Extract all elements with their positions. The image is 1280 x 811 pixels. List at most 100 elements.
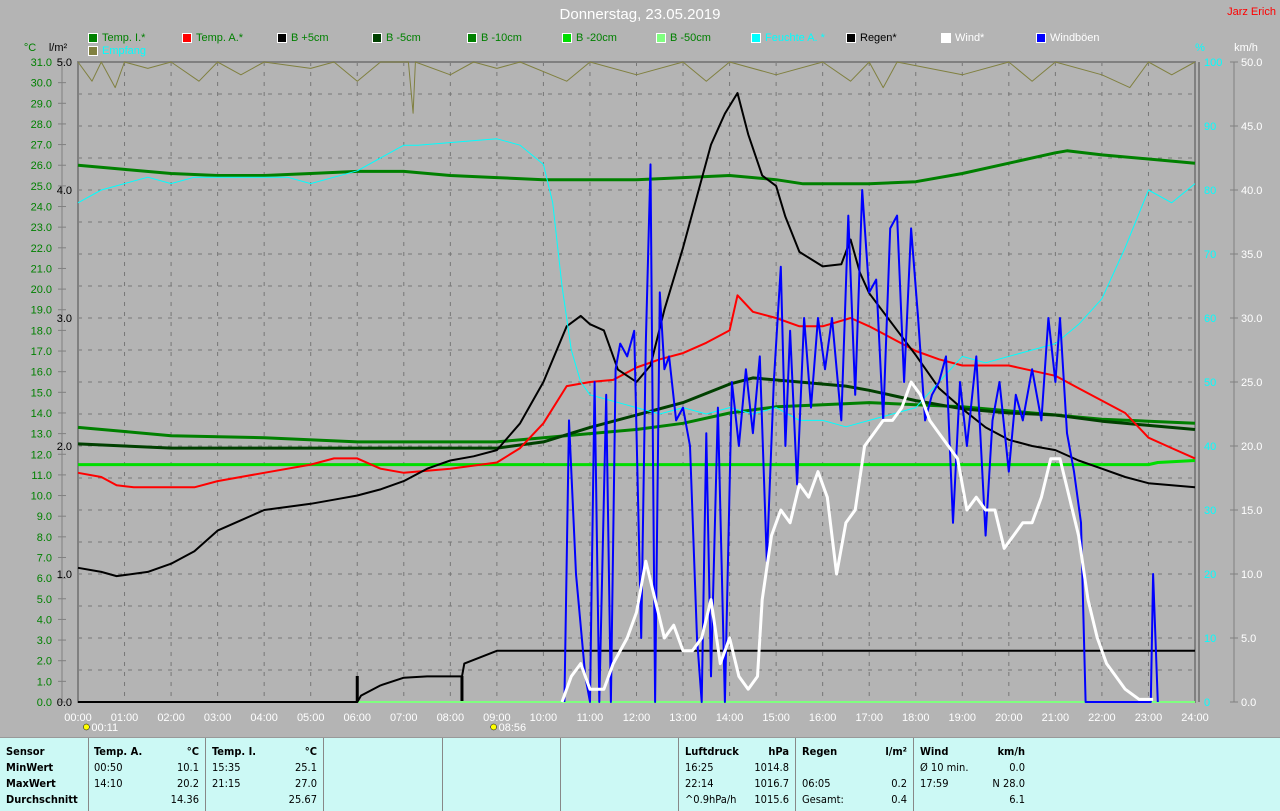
rain-tick-label: 4.0	[57, 185, 72, 197]
temp-tick-label: 21.0	[31, 263, 52, 275]
stats-header: Luftdruck	[685, 745, 739, 758]
stats-header: Wind	[920, 745, 949, 758]
temp-axis-unit: °C	[24, 42, 36, 54]
stats-col-rain: Regen l/m² 06:05 0.2 Gesamt: 0.4	[796, 738, 914, 811]
temp-tick-label: 2.0	[37, 656, 52, 668]
x-tick-label: 10:00	[530, 712, 558, 724]
humidity-tick-label: 90	[1204, 121, 1216, 133]
wind-tick-label: 45.0	[1241, 121, 1262, 133]
stats-value: 0.0	[1009, 761, 1025, 774]
x-tick-label: 14:00	[716, 712, 744, 724]
sun-marker-label: 08:56	[499, 722, 527, 734]
humidity-tick-label: 70	[1204, 249, 1216, 261]
stats-value: 1014.8	[754, 761, 789, 774]
x-tick-label: 15:00	[762, 712, 790, 724]
temp-tick-label: 10.0	[31, 491, 52, 503]
humidity-tick-label: 80	[1204, 185, 1216, 197]
humidity-tick-label: 10	[1204, 633, 1216, 645]
stats-row-label: Durchschnitt	[6, 793, 78, 806]
temp-tick-label: 27.0	[31, 140, 52, 152]
temp-tick-label: 31.0	[31, 57, 52, 69]
x-tick-label: 18:00	[902, 712, 930, 724]
temp-tick-label: 3.0	[37, 635, 52, 647]
temp-tick-label: 7.0	[37, 552, 52, 564]
temp-tick-label: 30.0	[31, 78, 52, 90]
wind-tick-label: 5.0	[1241, 633, 1256, 645]
stats-header: Temp. I.	[212, 745, 257, 758]
temp-tick-label: 28.0	[31, 119, 52, 131]
stats-time: 00:50	[94, 761, 123, 774]
stats-unit: °C	[304, 745, 317, 758]
temp-tick-label: 14.0	[31, 408, 52, 420]
x-tick-label: 17:00	[855, 712, 883, 724]
wind-tick-label: 0.0	[1241, 697, 1256, 709]
stats-col-empty	[561, 738, 679, 811]
rain-tick-label: 0.0	[57, 697, 72, 709]
stats-value: 1015.6	[754, 793, 789, 806]
stats-col-sensor: Sensor MinWert MaxWert Durchschnitt	[0, 738, 89, 811]
temp-tick-label: 12.0	[31, 449, 52, 461]
stats-unit: km/h	[997, 745, 1025, 758]
stats-header: Regen	[802, 745, 838, 758]
wind-tick-label: 25.0	[1241, 377, 1262, 389]
temp-tick-label: 17.0	[31, 346, 52, 358]
wind-tick-label: 10.0	[1241, 569, 1262, 581]
stats-time: 14:10	[94, 777, 123, 790]
stats-col-empty	[324, 738, 443, 811]
humidity-tick-label: 20	[1204, 569, 1216, 581]
humidity-tick-label: 30	[1204, 505, 1216, 517]
stats-col-temp-i: Temp. I. °C 15:35 25.1 21:15 27.0 25.67	[206, 738, 324, 811]
rain-axis-unit: l/m²	[49, 42, 68, 54]
stats-header: Sensor	[6, 745, 45, 758]
stats-col-pressure: Luftdruck hPa 16:25 1014.8 22:14 1016.7 ^0.9hP…	[679, 738, 796, 811]
stats-time: 17:59	[920, 777, 949, 790]
stats-value: 0.4	[891, 793, 907, 806]
x-tick-label: 11:00	[577, 712, 604, 724]
x-tick-label: 04:00	[250, 712, 278, 724]
series-windb-en	[563, 163, 1159, 703]
temp-tick-label: 5.0	[37, 594, 52, 606]
temp-tick-label: 4.0	[37, 614, 52, 626]
weather-chart: °C l/m²% km/h 0.0 1.0 2.0 3.0 4.0 5.0 6.0 7.0 8.0 9.…	[24, 42, 1263, 734]
temp-tick-label: 1.0	[37, 676, 52, 688]
x-tick-label: 20:00	[995, 712, 1023, 724]
x-tick-label: 02:00	[157, 712, 185, 724]
rain-tick-label: 3.0	[57, 313, 72, 325]
wind-tick-label: 20.0	[1241, 441, 1262, 453]
sunset-icon	[490, 723, 497, 731]
temp-tick-label: 29.0	[31, 98, 52, 110]
humidity-tick-label: 100	[1204, 57, 1222, 69]
temp-tick-label: 6.0	[37, 573, 52, 585]
x-tick-label: 03:00	[204, 712, 232, 724]
x-tick-label: 16:00	[809, 712, 837, 724]
stats-unit: hPa	[768, 745, 789, 758]
stats-header: Temp. A.	[94, 745, 143, 758]
stats-time: 16:25	[685, 761, 714, 774]
humidity-tick-label: 40	[1204, 441, 1216, 453]
wind-axis-unit: km/h	[1234, 42, 1258, 54]
temp-tick-label: 25.0	[31, 181, 52, 193]
temp-tick-label: 26.0	[31, 160, 52, 172]
temp-tick-label: 9.0	[37, 511, 52, 523]
wind-tick-label: 50.0	[1241, 57, 1262, 69]
stats-col-temp-a: Temp. A. °C 00:50 10.1 14:10 20.2 14.36	[88, 738, 206, 811]
wind-tick-label: 35.0	[1241, 249, 1262, 261]
humidity-tick-label: 60	[1204, 313, 1216, 325]
stats-value: 6.1	[1009, 793, 1025, 806]
x-tick-label: 24:00	[1181, 712, 1209, 724]
sun-marker-label: 00:11	[91, 722, 118, 734]
humidity-tick-label: 50	[1204, 377, 1216, 389]
temp-tick-label: 22.0	[31, 243, 52, 255]
stats-time: ^0.9hPa/h	[685, 793, 737, 806]
stats-time: Gesamt:	[802, 793, 844, 806]
temp-tick-label: 15.0	[31, 387, 52, 399]
temp-tick-label: 18.0	[31, 325, 52, 337]
temp-tick-label: 0.0	[37, 697, 52, 709]
temp-tick-label: 19.0	[31, 305, 52, 317]
stats-table: Sensor MinWert MaxWert Durchschnitt Temp…	[0, 737, 1280, 811]
stats-time: 21:15	[212, 777, 241, 790]
x-tick-label: 22:00	[1088, 712, 1116, 724]
x-tick-label: 00:00	[64, 712, 92, 724]
x-tick-label: 05:00	[297, 712, 325, 724]
x-tick-label: 06:00	[343, 712, 371, 724]
